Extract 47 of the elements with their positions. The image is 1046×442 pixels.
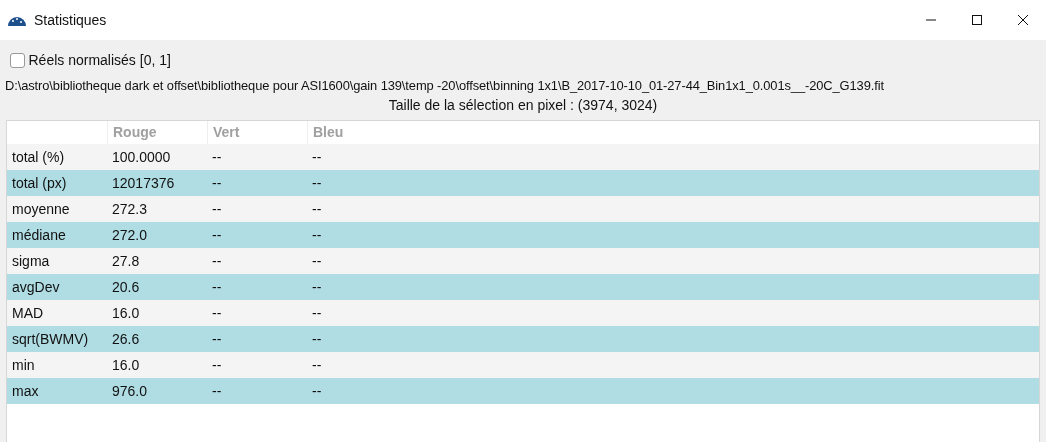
table-cell-text: -- xyxy=(211,199,223,219)
row-label: total (%) xyxy=(11,147,66,167)
table-cell-text: 16.0 xyxy=(111,355,141,375)
table-cell-text: -- xyxy=(311,303,323,323)
table-cell-text: -- xyxy=(211,147,223,167)
normalize-checkbox[interactable] xyxy=(10,52,25,68)
maximize-icon xyxy=(971,14,983,26)
row-label: avgDev xyxy=(11,277,61,297)
row-label: sqrt(BWMV) xyxy=(11,329,90,349)
row-label: max xyxy=(11,381,40,401)
table-cell-text: -- xyxy=(311,329,323,349)
table-cell-text: 16.0 xyxy=(111,303,141,323)
file-path: D:\astro\bibliotheque dark et offset\bibliotheque pour ASI1600\gain 139\temp -20\offset\binning 1x1\B_2017-10-10_01-27-44_Bin1x1_0.001s__-20C_G139.fit xyxy=(4,77,884,95)
table-cell-text: -- xyxy=(311,173,323,193)
window-title: Statistiques xyxy=(34,10,107,30)
table-cell-text: -- xyxy=(211,173,223,193)
table-cell-text: -- xyxy=(211,329,223,349)
table-cell-text: -- xyxy=(211,381,223,401)
close-icon xyxy=(1017,14,1029,26)
table-cell-text: -- xyxy=(311,355,323,375)
table-cell-text: -- xyxy=(311,199,323,219)
table-cell-text: 272.3 xyxy=(111,199,149,219)
row-label: médiane xyxy=(11,225,67,245)
table-cell-text: -- xyxy=(311,277,323,297)
row-label: moyenne xyxy=(11,199,71,219)
table-cell-text: 26.6 xyxy=(111,329,141,349)
row-label: sigma xyxy=(11,251,51,271)
table-cell-text: -- xyxy=(211,303,223,323)
table-cell-text: -- xyxy=(211,225,223,245)
table-cell-text: 272.0 xyxy=(111,225,149,245)
table-cell-text: -- xyxy=(211,277,223,297)
table-cell-text: 12017376 xyxy=(111,173,176,193)
row-label: total (px) xyxy=(11,173,68,193)
table-cell-text: -- xyxy=(211,251,223,271)
table-cell-text: -- xyxy=(311,147,323,167)
table-cell-text: -- xyxy=(311,225,323,245)
table-cell-text: 27.8 xyxy=(111,251,141,271)
table-cell-text: 976.0 xyxy=(111,381,149,401)
selection-size: Taille de la sélection en pixel : (3974, 3024) xyxy=(388,96,658,116)
table-cell-text: -- xyxy=(211,355,223,375)
table-cell-text: -- xyxy=(311,381,323,401)
table-cell-text: 100.0000 xyxy=(111,147,172,167)
row-label: min xyxy=(11,355,36,375)
table-cell-text: -- xyxy=(311,251,323,271)
row-label: MAD xyxy=(11,303,45,323)
checkbox-label[interactable]: Réels normalisés [0, 1] xyxy=(28,49,171,71)
table-cell-text: 20.6 xyxy=(111,277,141,297)
